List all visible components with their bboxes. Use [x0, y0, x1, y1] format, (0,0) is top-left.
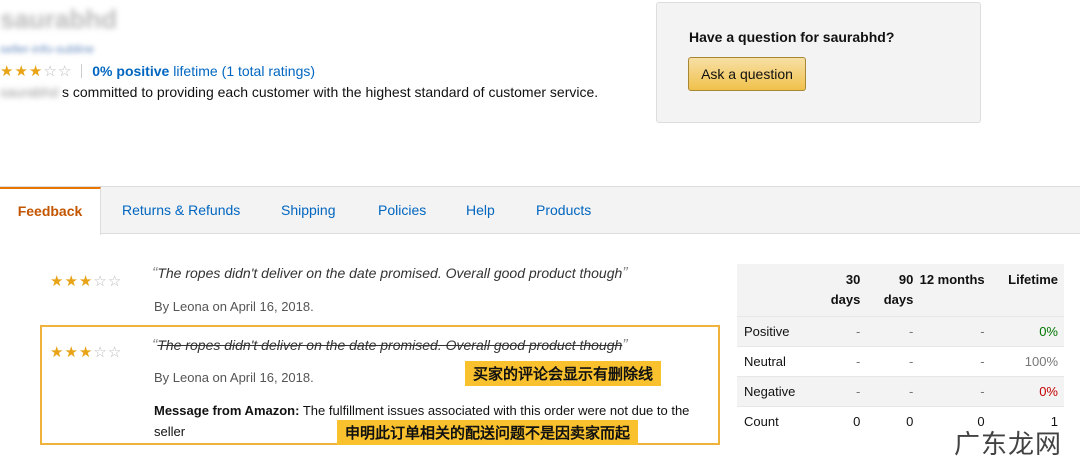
close-quote-icon: ” — [622, 337, 628, 354]
stats-cell: 100% — [990, 346, 1064, 377]
tab-returns-refunds[interactable]: Returns & Refunds — [122, 187, 240, 234]
stats-cell: 0 — [816, 406, 867, 437]
star-full-icon: ★ — [50, 344, 64, 361]
tab-shipping[interactable]: Shipping — [281, 187, 336, 234]
star-empty-icon: ☆ — [107, 344, 122, 361]
stats-corner — [737, 264, 816, 317]
star-empty-icon: ☆ — [93, 344, 107, 361]
close-quote-icon: ” — [622, 265, 628, 282]
feedback-quote-struck: “The ropes didn't deliver on the date pr… — [152, 337, 628, 355]
stats-cell: - — [919, 376, 991, 407]
stats-cell: 0% — [990, 376, 1064, 407]
feedback-quote-text: The ropes didn't deliver on the date pro… — [157, 265, 623, 281]
stats-row-negative: Negative - - - 0% — [737, 376, 1064, 407]
stats-cell: - — [866, 346, 920, 377]
stats-cell: - — [816, 346, 867, 377]
stats-cell: - — [866, 376, 920, 407]
stats-cell: - — [866, 316, 920, 347]
stats-label: Positive — [737, 316, 817, 347]
annotation-strike-note: 买家的评论会显示有删除线 — [465, 361, 662, 386]
stats-cell: - — [919, 316, 991, 347]
seller-subline: seller-info-subline — [0, 42, 95, 56]
stats-cell: - — [919, 346, 991, 377]
stats-cell: 0% — [990, 316, 1064, 347]
watermark-logo: 广东龙网 — [954, 430, 1063, 460]
annotation-message-note: 申明此订单相关的配送问题不是因卖家而起 — [337, 420, 639, 445]
tab-products[interactable]: Products — [536, 187, 591, 234]
star-empty-icon: ☆ — [43, 62, 57, 80]
stats-header-lifetime: Lifetime — [1008, 272, 1058, 287]
feedback-author-date: By Leona on April 16, 2018. — [154, 299, 314, 314]
feedback-stats-table: 30 days 90 days 12 months Lifetime Posit… — [737, 264, 1064, 437]
stats-row-neutral: Neutral - - - 100% — [737, 346, 1064, 377]
star-full-icon: ★ — [0, 62, 14, 80]
seller-tabs: Feedback Returns & Refunds Shipping Poli… — [0, 186, 1080, 235]
blurred-seller-name: saurabhd — [0, 84, 59, 100]
star-full-icon: ★ — [78, 273, 93, 290]
feedback-author-date: By Leona on April 16, 2018. — [154, 370, 314, 385]
stats-cell: - — [816, 316, 867, 347]
total-ratings-link[interactable]: (1 total ratings) — [222, 63, 315, 79]
tab-help[interactable]: Help — [466, 187, 495, 234]
seller-star-rating: ★ ★ ★ ☆ ☆ — [0, 64, 71, 79]
stats-header-12-months: 12 months — [919, 272, 985, 287]
stats-header-30-days: 30 days — [830, 272, 861, 307]
stats-row-positive: Positive - - - 0% — [737, 316, 1064, 347]
star-full-icon: ★ — [14, 62, 28, 80]
tab-feedback[interactable]: Feedback — [0, 187, 101, 235]
lifetime-label[interactable]: lifetime — [173, 63, 217, 79]
seller-commitment: saurabhd s committed to providing each c… — [0, 84, 598, 100]
stats-cell: - — [816, 376, 867, 407]
stats-header-90-days: 90 days — [883, 272, 914, 307]
star-empty-icon: ☆ — [57, 62, 72, 80]
stats-label: Count — [737, 406, 817, 437]
star-full-icon: ★ — [50, 273, 64, 290]
commitment-text: s committed to providing each customer w… — [62, 84, 599, 100]
star-full-icon: ★ — [78, 344, 93, 361]
positive-percent-link[interactable]: 0% positive — [92, 63, 169, 79]
feedback-quote-text: The ropes didn't deliver on the date pro… — [157, 337, 623, 353]
star-empty-icon: ☆ — [107, 273, 122, 290]
stats-cell: 0 — [866, 406, 920, 437]
stats-header-row: 30 days 90 days 12 months Lifetime — [737, 264, 1064, 317]
feedback-star-rating: ★ ★ ★ ☆ ☆ — [50, 345, 121, 360]
divider — [81, 64, 83, 78]
tab-policies[interactable]: Policies — [378, 187, 426, 234]
stats-label: Negative — [737, 376, 817, 407]
star-full-icon: ★ — [64, 344, 78, 361]
stats-label: Neutral — [737, 346, 817, 377]
seller-name: saurabhd — [0, 4, 118, 34]
ask-question-button[interactable]: Ask a question — [688, 57, 806, 91]
amazon-message-label: Message from Amazon: — [154, 403, 300, 418]
question-title: Have a question for saurabhd? — [689, 29, 895, 45]
star-full-icon: ★ — [64, 273, 78, 290]
feedback-star-rating: ★ ★ ★ ☆ ☆ — [50, 274, 121, 289]
seller-rating-row: ★ ★ ★ ☆ ☆ 0% positive lifetime (1 total … — [0, 63, 315, 79]
star-empty-icon: ☆ — [93, 273, 107, 290]
question-panel: Have a question for saurabhd? Ask a ques… — [656, 2, 981, 123]
feedback-quote: “The ropes didn't deliver on the date pr… — [152, 265, 628, 283]
star-full-icon: ★ — [28, 62, 43, 80]
